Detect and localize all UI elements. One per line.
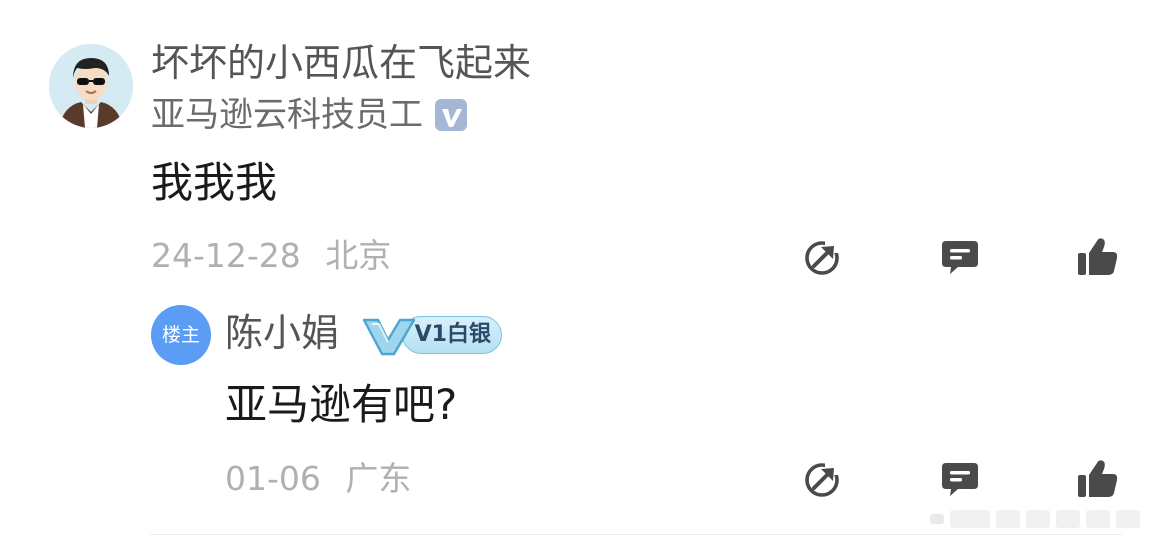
avatar-illustration-icon (49, 44, 133, 128)
comment-subtitle-text: 亚马逊云科技员工 (151, 95, 423, 135)
share-icon (805, 459, 845, 497)
verified-badge-icon (435, 99, 467, 131)
like-icon (1078, 238, 1118, 275)
comment-icon (942, 241, 978, 274)
reply-meta: 01-06 广东 (225, 455, 411, 503)
divider (150, 534, 1122, 535)
reply-comment-button[interactable] (940, 459, 980, 499)
avatar[interactable] (49, 44, 133, 128)
comment-subtitle: 亚马逊云科技员工 (151, 92, 467, 138)
comment-meta: 24-12-28 北京 (151, 232, 391, 280)
reply-like-button[interactable] (1077, 458, 1118, 498)
like-button[interactable] (1077, 236, 1118, 276)
comment-date: 24-12-28 (151, 236, 301, 275)
share-button[interactable] (803, 237, 845, 277)
comment-text: 我我我 (151, 158, 278, 207)
reply-username[interactable]: 陈小娟 (225, 307, 339, 359)
reply-location: 广东 (345, 459, 412, 498)
op-badge: 楼主 (151, 305, 211, 365)
comment-username[interactable]: 坏坏的小西瓜在飞起来 (151, 38, 531, 88)
comment-icon (942, 463, 978, 496)
comment-button[interactable] (940, 237, 980, 277)
reply-text: 亚马逊有吧? (225, 380, 458, 429)
like-icon (1078, 460, 1118, 497)
reply-share-button[interactable] (803, 459, 845, 499)
level-v-icon (362, 314, 504, 356)
share-icon (805, 237, 845, 275)
comment-location: 北京 (325, 236, 392, 275)
reply-date: 01-06 (225, 459, 321, 498)
watermark-icon (930, 504, 1160, 534)
